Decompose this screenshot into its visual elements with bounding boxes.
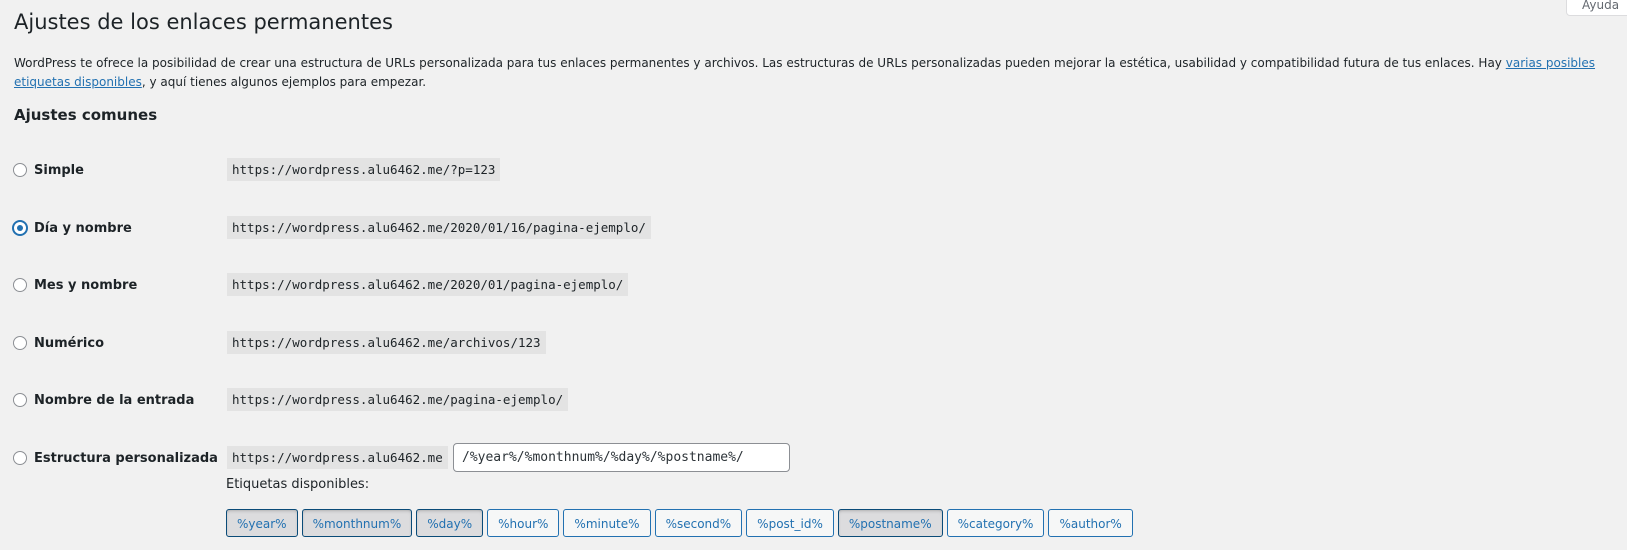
- example-url: https://wordpress.alu6462.me/pagina-ejem…: [227, 388, 569, 411]
- option-label: Nombre de la entrada: [34, 392, 195, 408]
- option-label: Día y nombre: [34, 220, 132, 236]
- tag-category-button[interactable]: %category%: [946, 509, 1045, 537]
- help-tab-button[interactable]: Ayuda: [1566, 0, 1627, 16]
- option-post-name[interactable]: Nombre de la entrada: [13, 387, 194, 413]
- tag-year-button[interactable]: %year%: [226, 509, 298, 537]
- radio-post-name[interactable]: [13, 393, 27, 407]
- tag-author-button[interactable]: %author%: [1048, 509, 1133, 537]
- radio-day-name[interactable]: [13, 221, 27, 235]
- radio-numeric[interactable]: [13, 336, 27, 350]
- example-url: https://wordpress.alu6462.me/archivos/12…: [227, 331, 546, 354]
- page-title: Ajustes de los enlaces permanentes: [14, 10, 393, 34]
- example-url: https://wordpress.alu6462.me/2020/01/16/…: [227, 216, 651, 239]
- option-day-name[interactable]: Día y nombre: [13, 215, 132, 241]
- radio-custom[interactable]: [13, 451, 27, 465]
- tag-postname-button[interactable]: %postname%: [837, 509, 943, 537]
- custom-structure-input[interactable]: [453, 443, 790, 472]
- option-simple[interactable]: Simple: [13, 157, 84, 183]
- tag-hour-button[interactable]: %hour%: [487, 509, 560, 537]
- tag-post-id-button[interactable]: %post_id%: [746, 509, 834, 537]
- intro-text-after: , y aquí tienes algunos ejemplos para em…: [141, 75, 427, 89]
- intro-paragraph: WordPress te ofrece la posibilidad de cr…: [14, 54, 1614, 92]
- example-url: https://wordpress.alu6462.me/2020/01/pag…: [227, 273, 629, 296]
- available-tags-list: %year% %monthnum% %day% %hour% %minute% …: [226, 509, 1133, 537]
- radio-month-name[interactable]: [13, 278, 27, 292]
- option-label: Mes y nombre: [34, 277, 138, 293]
- common-settings-heading: Ajustes comunes: [14, 106, 158, 124]
- option-label: Numérico: [34, 335, 105, 351]
- example-url: https://wordpress.alu6462.me/?p=123: [227, 158, 501, 181]
- tag-second-button[interactable]: %second%: [654, 509, 743, 537]
- custom-base-url: https://wordpress.alu6462.me: [227, 446, 448, 469]
- option-label: Estructura personalizada: [34, 450, 218, 466]
- tag-day-button[interactable]: %day%: [416, 509, 484, 537]
- option-label: Simple: [34, 162, 84, 178]
- option-custom[interactable]: Estructura personalizada: [13, 445, 218, 471]
- intro-text: WordPress te ofrece la posibilidad de cr…: [14, 56, 1506, 70]
- option-month-name[interactable]: Mes y nombre: [13, 272, 137, 298]
- tag-minute-button[interactable]: %minute%: [563, 509, 651, 537]
- tag-monthnum-button[interactable]: %monthnum%: [301, 509, 413, 537]
- available-tags-label: Etiquetas disponibles:: [226, 477, 370, 492]
- option-numeric[interactable]: Numérico: [13, 330, 104, 356]
- radio-simple[interactable]: [13, 163, 27, 177]
